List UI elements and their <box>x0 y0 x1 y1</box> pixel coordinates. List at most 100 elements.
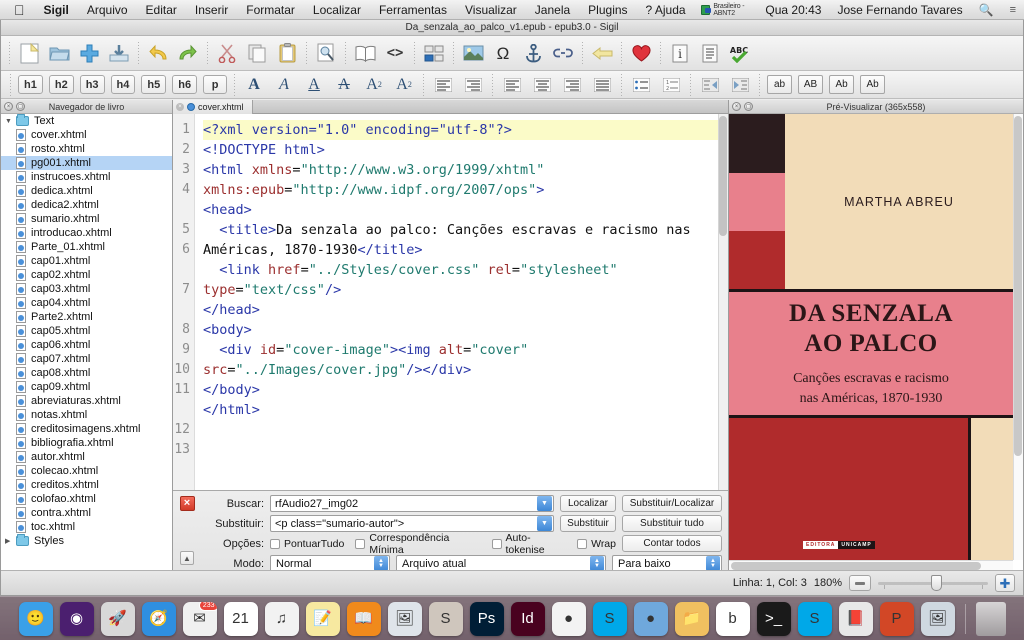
tree-file-abreviaturas-xhtml[interactable]: abreviaturas.xhtml <box>1 394 172 408</box>
menu-item-formatar[interactable]: Formatar <box>237 0 304 20</box>
checkbox[interactable] <box>270 538 280 549</box>
align-right-button[interactable] <box>461 74 485 96</box>
bullet-list-button[interactable] <box>629 74 653 96</box>
tree-file-notas-xhtml[interactable]: notas.xhtml <box>1 408 172 422</box>
menu-item-sigil[interactable]: Sigil <box>35 0 78 20</box>
tree-file-cover-xhtml[interactable]: cover.xhtml <box>1 128 172 142</box>
heading-h2-button[interactable]: h2 <box>48 75 74 94</box>
dock-item-finder[interactable]: 🙂 <box>18 601 53 636</box>
tree-file-cap06-xhtml[interactable]: cap06.xhtml <box>1 338 172 352</box>
chevron-updown-icon[interactable]: ▲ ▼ <box>590 556 604 571</box>
align-justify-button[interactable] <box>590 74 614 96</box>
notification-center-icon[interactable]: ≡ <box>1002 0 1024 20</box>
dock-item-terminal[interactable]: >_ <box>756 601 791 636</box>
dock-item-siri[interactable]: ◉ <box>59 601 94 636</box>
dock-item-preview-app[interactable]: 🖼 <box>920 601 955 636</box>
tree-file-Parte2-xhtml[interactable]: Parte2.xhtml <box>1 310 172 324</box>
menu-item-visualizar[interactable]: Visualizar <box>456 0 526 20</box>
dock-item-mail[interactable]: ✉ 233 <box>182 601 217 636</box>
menu-item-arquivo[interactable]: Arquivo <box>78 0 137 20</box>
close-icon[interactable]: × <box>4 102 13 111</box>
dock-item-itunes[interactable]: ♫ <box>264 601 299 636</box>
chevron-down-icon[interactable]: ▼ <box>5 118 16 125</box>
tree-file-pg001-xhtml[interactable]: pg001.xhtml <box>1 156 172 170</box>
tree-file-cap01-xhtml[interactable]: cap01.xhtml <box>1 254 172 268</box>
chevron-right-icon[interactable]: ▶ <box>5 537 16 545</box>
scrollbar-thumb[interactable] <box>731 562 981 570</box>
close-icon[interactable]: × <box>732 102 741 111</box>
tree-folder-styles[interactable]: ▶ Styles <box>1 534 172 548</box>
tree-file-cap07-xhtml[interactable]: cap07.xhtml <box>1 352 172 366</box>
subscript-button[interactable]: A2 <box>362 74 386 96</box>
dock-item-photoshop[interactable]: Ps <box>469 601 504 636</box>
apple-icon[interactable]:  <box>14 3 25 17</box>
decrease-indent-button[interactable] <box>698 74 722 96</box>
redo-button[interactable] <box>175 40 201 66</box>
tree-file-cap09-xhtml[interactable]: cap09.xhtml <box>1 380 172 394</box>
dock-item-notes[interactable]: 📝 <box>305 601 340 636</box>
menu-item-ajuda[interactable]: ? Ajuda <box>637 0 695 20</box>
checkbox[interactable] <box>355 538 366 549</box>
dock-item-sigil[interactable]: S <box>428 601 463 636</box>
option-wrap[interactable]: Wrap <box>577 538 616 550</box>
heading-h1-button[interactable]: h1 <box>18 75 43 94</box>
code-content[interactable]: <?xml version="1.0" encoding="utf-8"?> <!… <box>195 114 728 490</box>
tree-file-rosto-xhtml[interactable]: rosto.xhtml <box>1 142 172 156</box>
scrollbar-thumb[interactable] <box>1014 116 1022 456</box>
zoom-reset-button[interactable] <box>849 575 871 591</box>
scrollbar-thumb[interactable] <box>719 116 727 236</box>
editor-vertical-scrollbar[interactable] <box>718 114 728 490</box>
tree-file-creditosimagens-xhtml[interactable]: creditosimagens.xhtml <box>1 422 172 436</box>
back-button[interactable] <box>589 40 615 66</box>
undo-button[interactable] <box>145 40 171 66</box>
insert-link-button[interactable] <box>550 40 576 66</box>
tree-file-contra-xhtml[interactable]: contra.xhtml <box>1 506 172 520</box>
dock-item-keynote[interactable]: 🖼 <box>387 601 422 636</box>
dock-item-trash[interactable] <box>975 601 1006 636</box>
align-right-2-button[interactable] <box>560 74 584 96</box>
dock-item-safari[interactable]: 🧭 <box>141 601 176 636</box>
capitalize-button[interactable]: Ab <box>860 75 886 94</box>
spellcheck-button[interactable]: ABC <box>727 40 753 66</box>
chevron-updown-icon[interactable]: ▲ ▼ <box>706 556 720 571</box>
increase-indent-button[interactable] <box>728 74 752 96</box>
dock-item-folder[interactable]: 📁 <box>674 601 709 636</box>
paragraph-button[interactable]: p <box>203 75 228 94</box>
split-view-button[interactable] <box>421 40 447 66</box>
slider-knob[interactable] <box>931 575 942 591</box>
preview-button[interactable] <box>313 40 339 66</box>
book-browser-tree[interactable]: ▼ Text cover.xhtml rosto.xhtml pg001.xhtml in… <box>1 114 172 570</box>
new-file-button[interactable] <box>16 40 42 66</box>
align-left-2-button[interactable] <box>500 74 524 96</box>
preview-body[interactable]: MARTHA ABREU DA SENZALA AO PALCO Canções… <box>729 114 1023 570</box>
dock-item-skype2[interactable]: S <box>797 601 832 636</box>
preview-horizontal-scrollbar[interactable] <box>729 560 1013 570</box>
tree-folder-text[interactable]: ▼ Text <box>1 114 172 128</box>
heading-h3-button[interactable]: h3 <box>79 75 105 94</box>
dock-item-launchpad[interactable]: 🚀 <box>100 601 135 636</box>
close-icon[interactable]: × <box>176 102 184 111</box>
tree-file-introducao-xhtml[interactable]: introducao.xhtml <box>1 226 172 240</box>
replace-all-button[interactable]: Substituir tudo <box>622 515 722 532</box>
replace-input[interactable]: <p class="sumario-autor"> ▼ <box>270 515 554 532</box>
uppercase-button[interactable]: AB <box>798 75 824 94</box>
find-input[interactable]: rfAudio27_img02 ▼ <box>270 495 554 512</box>
lowercase-button[interactable]: ab <box>767 75 793 94</box>
numbered-list-button[interactable]: 12 <box>659 74 683 96</box>
paste-button[interactable] <box>274 40 300 66</box>
zoom-in-button[interactable]: ✚ <box>995 574 1015 592</box>
count-all-button[interactable]: Contar todos <box>622 535 722 552</box>
cut-button[interactable] <box>214 40 240 66</box>
preview-vertical-scrollbar[interactable] <box>1013 114 1023 560</box>
copy-button[interactable] <box>244 40 270 66</box>
dock-item-skype[interactable]: S <box>592 601 627 636</box>
tab-cover-xhtml[interactable]: × cover.xhtml <box>173 99 253 114</box>
save-button[interactable] <box>106 40 132 66</box>
insert-image-button[interactable] <box>460 40 486 66</box>
tree-file-instrucoes-xhtml[interactable]: instrucoes.xhtml <box>1 170 172 184</box>
insert-anchor-button[interactable] <box>520 40 546 66</box>
superscript-button[interactable]: A2 <box>392 74 416 96</box>
insert-special-character-button[interactable]: Ω <box>490 40 516 66</box>
chevron-down-icon[interactable]: ▼ <box>537 496 552 511</box>
zoom-slider[interactable] <box>878 575 988 591</box>
